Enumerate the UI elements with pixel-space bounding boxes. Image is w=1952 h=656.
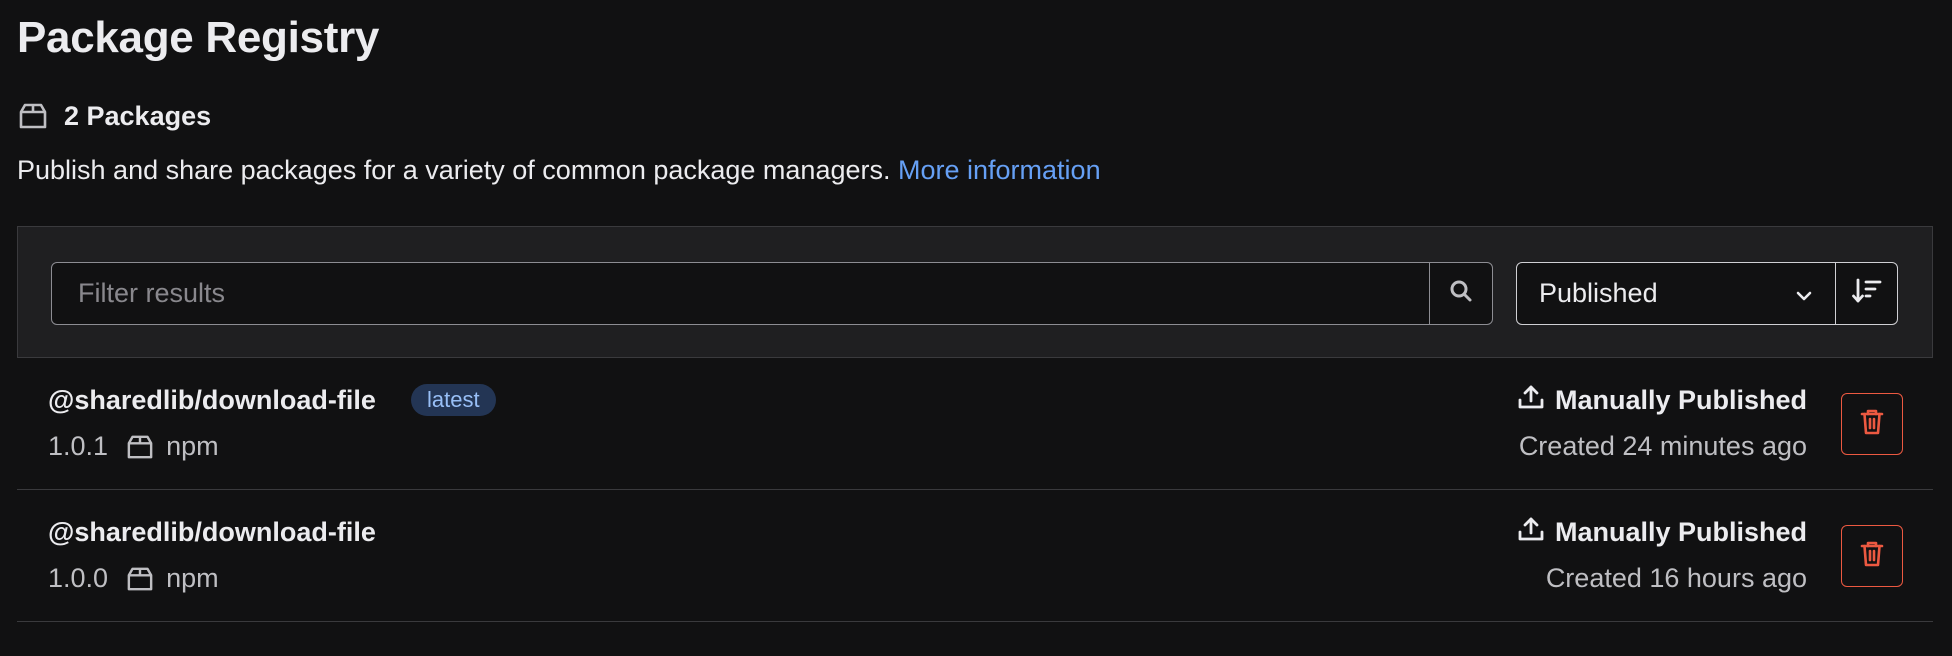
package-type: npm: [166, 431, 219, 461]
package-icon: [126, 566, 154, 592]
package-icon: [18, 102, 48, 130]
sort-lowest-icon: [1851, 277, 1883, 310]
publish-status-label: Manually Published: [1554, 385, 1807, 415]
filter-panel: Published: [17, 226, 1933, 358]
package-name-link[interactable]: @sharedlib/download-file: [48, 517, 376, 548]
trash-icon: [1860, 408, 1884, 441]
latest-badge: latest: [411, 384, 496, 416]
trash-icon: [1860, 540, 1884, 573]
search-icon: [1448, 278, 1474, 309]
upload-icon: [1517, 383, 1545, 418]
package-version: 1.0.0: [48, 563, 109, 593]
more-information-link[interactable]: More information: [898, 155, 1101, 185]
package-count-label: 2 Packages: [64, 100, 212, 131]
search-group: [51, 262, 1493, 325]
package-type: npm: [166, 563, 219, 593]
delete-package-button[interactable]: [1841, 393, 1903, 455]
package-version: 1.0.1: [48, 431, 109, 461]
publish-status: Manually Published: [1517, 515, 1807, 550]
package-row: @sharedlib/download-file 1.0.0 npm Manua…: [17, 491, 1933, 622]
package-icon: [126, 434, 154, 460]
sort-group: Published: [1516, 262, 1898, 325]
search-button[interactable]: [1429, 263, 1492, 324]
page-title: Package Registry: [17, 13, 380, 62]
page-description: Publish and share packages for a variety…: [17, 155, 1101, 186]
package-name-link[interactable]: @sharedlib/download-file: [48, 385, 376, 416]
created-timestamp: Created 24 minutes ago: [1518, 431, 1807, 461]
package-meta: 1.0.1 npm: [48, 431, 219, 462]
sort-dropdown[interactable]: Published: [1517, 263, 1835, 324]
search-input[interactable]: [52, 263, 1429, 324]
sort-selected-label: Published: [1539, 278, 1658, 308]
created-timestamp: Created 16 hours ago: [1545, 563, 1807, 593]
package-row: @sharedlib/download-file latest 1.0.1 np…: [17, 359, 1933, 490]
sort-direction-button[interactable]: [1835, 263, 1897, 324]
description-text: Publish and share packages for a variety…: [17, 155, 891, 185]
delete-package-button[interactable]: [1841, 525, 1903, 587]
package-registry-page: Package Registry 2 Packages Publish and …: [0, 0, 1952, 656]
publish-status: Manually Published: [1517, 383, 1807, 418]
upload-icon: [1517, 515, 1545, 550]
publish-status-label: Manually Published: [1554, 517, 1807, 547]
package-count: 2 Packages: [18, 98, 211, 134]
chevron-down-icon: [1795, 278, 1813, 309]
package-meta: 1.0.0 npm: [48, 563, 219, 594]
